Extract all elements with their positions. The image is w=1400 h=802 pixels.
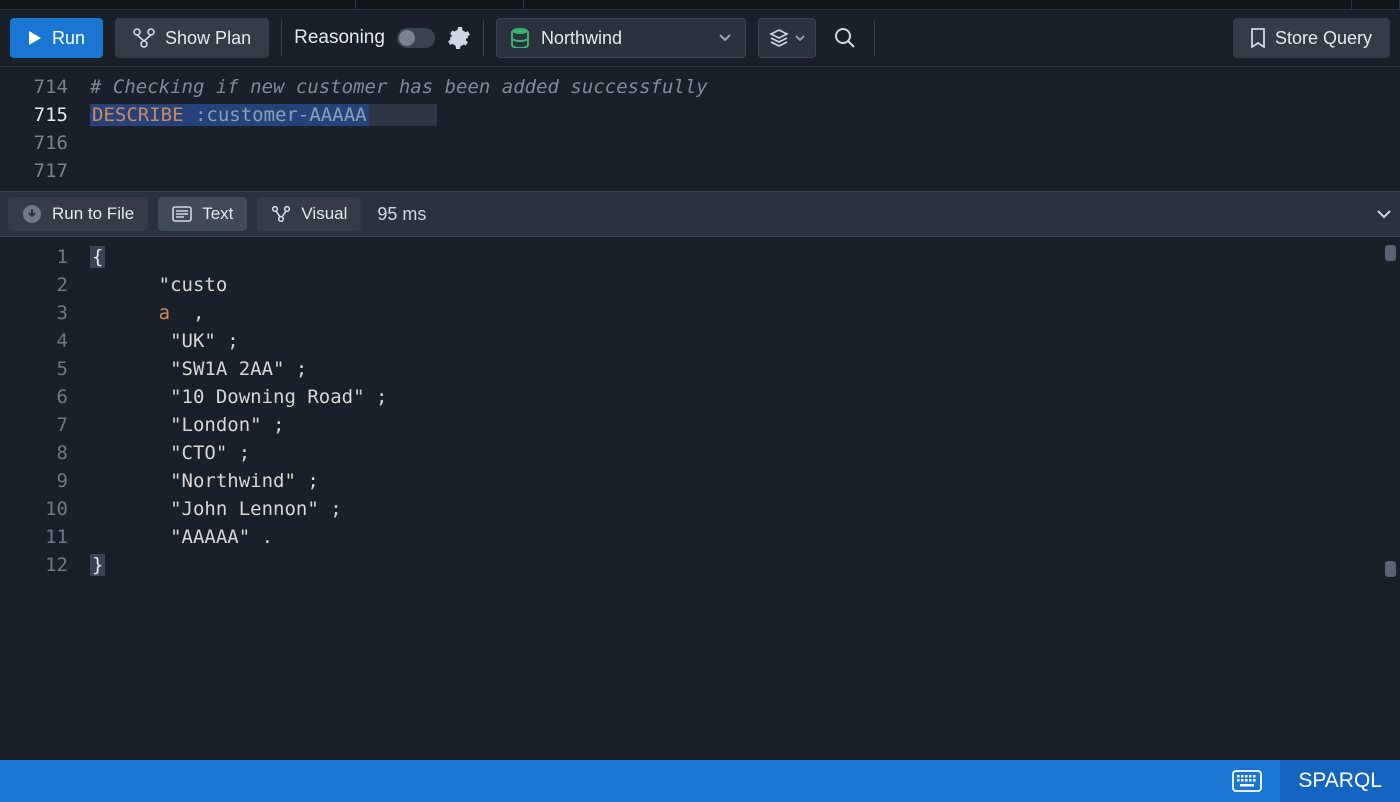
reasoning-toggle[interactable] — [397, 28, 435, 48]
chevron-down-icon[interactable] — [1376, 209, 1392, 219]
text-view-tab[interactable]: Text — [158, 197, 247, 231]
output-line: a , — [90, 299, 387, 327]
output-line: "SW1A 2AA" ; — [90, 355, 387, 383]
tab-ghost[interactable] — [0, 0, 356, 10]
plan-icon — [133, 28, 155, 48]
tab-ghost[interactable] — [1352, 0, 1400, 10]
output-line: "Northwind" ; — [90, 467, 387, 495]
query-timing: 95 ms — [377, 204, 426, 225]
tab-ghost[interactable] — [524, 0, 1352, 10]
visual-tab-label: Visual — [301, 204, 347, 224]
localname: customer-AAAAA — [206, 104, 366, 126]
database-select[interactable]: Northwind — [496, 18, 746, 58]
line-number: 1 — [0, 243, 68, 271]
line-number: 715 — [0, 101, 68, 129]
divider — [483, 20, 484, 56]
gear-icon[interactable] — [447, 26, 471, 50]
database-icon — [511, 28, 529, 48]
run-button[interactable]: Run — [10, 18, 103, 58]
divider — [281, 20, 282, 56]
graph-icon — [271, 205, 291, 223]
line-number: 7 — [0, 411, 68, 439]
play-icon — [28, 30, 42, 46]
scrollbar-thumb[interactable] — [1385, 561, 1396, 577]
line-number: 6 — [0, 383, 68, 411]
line-number: 12 — [0, 551, 68, 579]
visual-view-tab[interactable]: Visual — [257, 197, 361, 231]
tab-strip — [0, 0, 1400, 10]
line-number: 10 — [0, 495, 68, 523]
output-line: "John Lennon" ; — [90, 495, 387, 523]
result-output: { "custo a , "UK" ; "SW1A 2AA" ; "10 Dow… — [80, 237, 387, 760]
line-number: 11 — [0, 523, 68, 551]
line-number: 716 — [0, 129, 68, 157]
tab-ghost[interactable] — [356, 0, 524, 10]
store-query-label: Store Query — [1275, 28, 1372, 49]
line-number: 8 — [0, 439, 68, 467]
download-icon — [22, 204, 42, 224]
reasoning-label: Reasoning — [294, 27, 385, 49]
comment-text: # Checking if new customer has been adde… — [90, 76, 708, 98]
editor-code[interactable]: # Checking if new customer has been adde… — [80, 67, 708, 191]
editor-gutter: 714 715 716 717 — [0, 67, 80, 191]
run-to-file-label: Run to File — [52, 204, 134, 224]
language-label: SPARQL — [1298, 769, 1382, 793]
database-name: Northwind — [541, 28, 622, 49]
output-line: "AAAAA" . — [90, 523, 387, 551]
prefix: : — [195, 104, 206, 126]
text-tab-label: Text — [202, 204, 233, 224]
output-line: "UK" ; — [90, 327, 387, 355]
output-line: "London" ; — [90, 411, 387, 439]
language-indicator[interactable]: SPARQL — [1280, 760, 1400, 802]
line-number: 4 — [0, 327, 68, 355]
run-to-file-button[interactable]: Run to File — [8, 197, 148, 231]
run-label: Run — [52, 28, 85, 49]
line-number: 717 — [0, 157, 68, 185]
layers-button[interactable] — [758, 18, 816, 58]
result-pane[interactable]: 123456789101112 { "custo a , "UK" ; "SW1… — [0, 237, 1400, 760]
scrollbar-thumb[interactable] — [1385, 245, 1396, 261]
status-bar: SPARQL — [0, 760, 1400, 802]
line-number: 2 — [0, 271, 68, 299]
layers-icon — [769, 28, 789, 48]
show-plan-label: Show Plan — [165, 28, 251, 49]
result-gutter: 123456789101112 — [0, 237, 80, 760]
output-line: "custo — [90, 271, 387, 299]
divider — [874, 20, 875, 56]
text-icon — [172, 206, 192, 222]
toolbar: Run Show Plan Reasoning Northwind — [0, 10, 1400, 67]
chevron-down-icon — [795, 35, 805, 42]
store-query-button[interactable]: Store Query — [1233, 18, 1390, 58]
show-plan-button[interactable]: Show Plan — [115, 18, 269, 58]
chevron-down-icon — [719, 34, 731, 42]
line-number: 9 — [0, 467, 68, 495]
search-icon[interactable] — [834, 27, 856, 49]
output-line: "CTO" ; — [90, 439, 387, 467]
keyword: DESCRIBE — [92, 104, 184, 126]
output-line: { — [90, 243, 387, 271]
result-toolbar: Run to File Text Visual 95 ms — [0, 191, 1400, 237]
output-line: } — [90, 551, 387, 579]
keyboard-icon[interactable] — [1232, 770, 1262, 792]
line-number: 3 — [0, 299, 68, 327]
output-line: "10 Downing Road" ; — [90, 383, 387, 411]
line-number: 714 — [0, 73, 68, 101]
line-number: 5 — [0, 355, 68, 383]
bookmark-icon — [1251, 28, 1265, 48]
query-editor[interactable]: 714 715 716 717 # Checking if new custom… — [0, 67, 1400, 191]
